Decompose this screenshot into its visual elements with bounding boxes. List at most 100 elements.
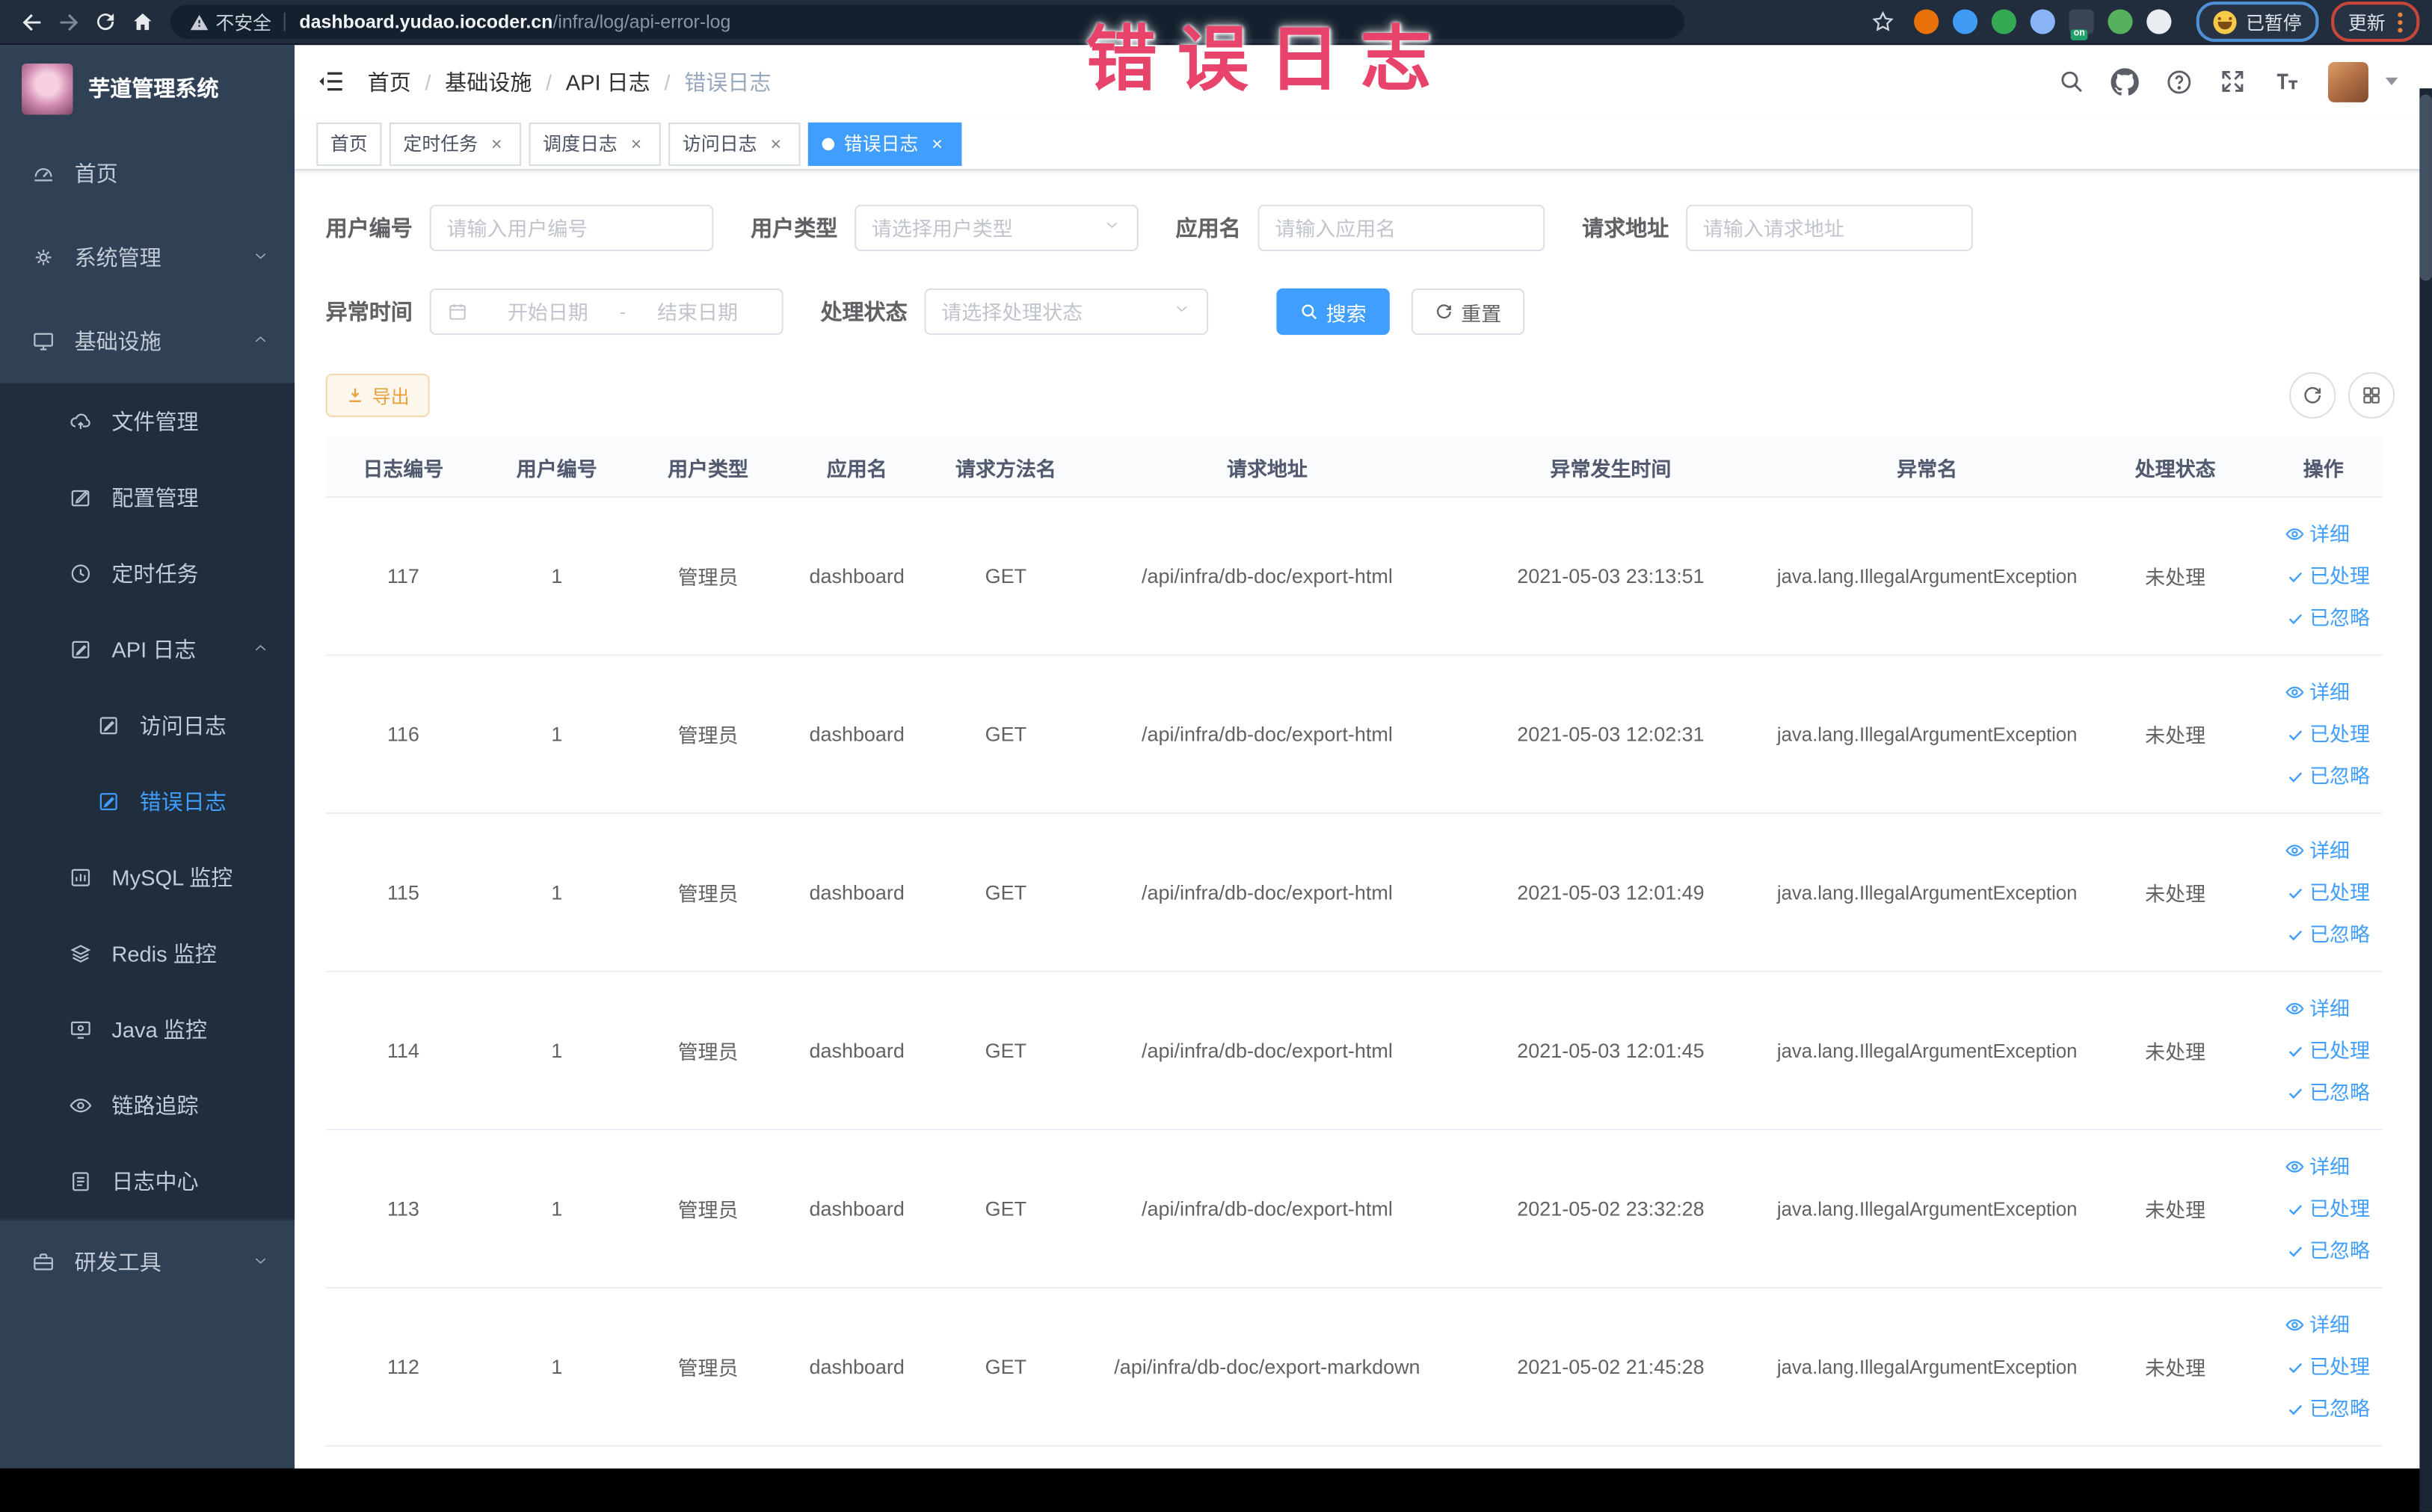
- page-content: 用户编号 用户类型 应用名 请求地址 异常时间 - 处理状态 搜索: [295, 170, 2432, 1469]
- columns-settings-button[interactable]: [2348, 371, 2395, 419]
- sidebar-item-mysql[interactable]: MySQL 监控: [0, 839, 295, 916]
- table-cell: 1: [551, 1355, 563, 1379]
- browser-back-button[interactable]: [13, 3, 50, 40]
- user-type-select[interactable]: [871, 216, 1097, 240]
- detail-link[interactable]: 详细: [2285, 1305, 2350, 1345]
- sidebar-item-dev-tools[interactable]: 研发工具: [0, 1218, 295, 1304]
- sidebar-item-api-log[interactable]: API 日志: [0, 611, 295, 688]
- ignored-link[interactable]: 已忽略: [2285, 1389, 2370, 1429]
- bookmark-star-icon[interactable]: [1871, 9, 1895, 34]
- help-icon[interactable]: [2165, 67, 2193, 95]
- tab-job[interactable]: 定时任务 ×: [389, 121, 522, 165]
- eye-small-icon: [2285, 682, 2305, 703]
- user-id-input[interactable]: [446, 216, 697, 240]
- sidebar-item-infra[interactable]: 基础设施: [0, 299, 295, 383]
- exception-time-end-input[interactable]: [629, 300, 766, 324]
- filter-process-status: 处理状态: [820, 288, 1209, 336]
- refresh-button[interactable]: [2289, 371, 2336, 419]
- ignored-link[interactable]: 已忽略: [2285, 914, 2370, 954]
- extension-leaf[interactable]: [2108, 9, 2133, 34]
- tab-home[interactable]: 首页: [316, 121, 382, 165]
- browser-reload-button[interactable]: [87, 3, 124, 40]
- tab-access-log[interactable]: 访问日志 ×: [668, 121, 801, 165]
- chevron-down-icon: [1103, 214, 1121, 241]
- sidebar-item-file[interactable]: 文件管理: [0, 383, 295, 460]
- detail-link[interactable]: 详细: [2285, 830, 2350, 871]
- sidebar-item-java[interactable]: Java 监控: [0, 990, 295, 1067]
- extension-orange-ring[interactable]: [1913, 9, 1939, 34]
- close-icon[interactable]: ×: [765, 132, 786, 154]
- close-icon[interactable]: ×: [926, 132, 948, 154]
- sidebar-item-error-log[interactable]: 错误日志: [0, 762, 295, 839]
- monitor-icon: [31, 329, 55, 354]
- sidebar-item-access-log[interactable]: 访问日志: [0, 687, 295, 763]
- extension-green-circle[interactable]: [1991, 9, 2016, 34]
- profile-chip[interactable]: 已暂停: [2196, 1, 2319, 43]
- request-url-input[interactable]: [1702, 216, 1957, 240]
- sidebar-item-system[interactable]: 系统管理: [0, 215, 295, 299]
- sidebar-item-job[interactable]: 定时任务: [0, 534, 295, 611]
- processed-link[interactable]: 已处理: [2285, 556, 2370, 596]
- breadcrumb-item[interactable]: API 日志: [566, 66, 650, 96]
- processed-link[interactable]: 已处理: [2285, 1347, 2370, 1387]
- processed-link[interactable]: 已处理: [2285, 1188, 2370, 1229]
- date-range-separator: -: [619, 300, 627, 323]
- column-header: 用户类型: [668, 456, 748, 481]
- font-size-icon[interactable]: [2272, 68, 2301, 94]
- extension-blue-shield[interactable]: [1952, 9, 1978, 34]
- breadcrumb-item[interactable]: 首页: [368, 66, 411, 96]
- reset-button[interactable]: 重置: [1411, 288, 1525, 336]
- ignored-link[interactable]: 已忽略: [2285, 598, 2370, 638]
- extension-grid[interactable]: [2030, 9, 2055, 34]
- tab-error-log[interactable]: 错误日志 ×: [807, 121, 962, 165]
- chrome-update-button[interactable]: 更新: [2331, 1, 2420, 43]
- sidebar-item-log-center[interactable]: 日志中心: [0, 1142, 295, 1219]
- detail-link[interactable]: 详细: [2285, 989, 2350, 1029]
- sidebar-toggle-icon[interactable]: [316, 67, 345, 96]
- process-status-select[interactable]: [941, 300, 1167, 324]
- app-name-input[interactable]: [1275, 216, 1528, 240]
- avatar-caret-icon[interactable]: [2385, 77, 2398, 86]
- detail-link[interactable]: 详细: [2285, 672, 2350, 712]
- sidebar-item-config[interactable]: 配置管理: [0, 459, 295, 535]
- exception-time-start-input[interactable]: [479, 300, 617, 324]
- extension-dark-toggle[interactable]: on: [2069, 9, 2094, 40]
- close-icon[interactable]: ×: [485, 132, 507, 154]
- calendar-icon: [446, 300, 468, 322]
- sidebar-item-trace[interactable]: 链路追踪: [0, 1067, 295, 1143]
- processed-link[interactable]: 已处理: [2285, 714, 2370, 754]
- chrome-update-label: 更新: [2348, 11, 2386, 34]
- close-icon[interactable]: ×: [625, 132, 647, 154]
- sidebar-item-label: MySQL 监控: [111, 864, 233, 889]
- sidebar-item-label: 日志中心: [111, 1168, 199, 1194]
- ignored-link[interactable]: 已忽略: [2285, 1073, 2370, 1113]
- tab-job-log[interactable]: 调度日志 ×: [529, 121, 661, 165]
- fullscreen-icon[interactable]: [2220, 68, 2246, 94]
- search-icon[interactable]: [2058, 68, 2084, 94]
- ignored-link[interactable]: 已忽略: [2285, 1230, 2370, 1271]
- table-cell: dashboard: [809, 722, 905, 746]
- export-button[interactable]: 导出: [325, 373, 430, 418]
- detail-link[interactable]: 详细: [2285, 514, 2350, 555]
- user-avatar[interactable]: [2327, 61, 2368, 102]
- app-logo[interactable]: 芋道管理系统: [0, 45, 295, 132]
- search-button[interactable]: 搜索: [1276, 288, 1390, 336]
- chrome-menu-kebab-icon[interactable]: [2398, 19, 2403, 25]
- breadcrumb-item[interactable]: 基础设施: [445, 66, 532, 96]
- sidebar-item-home[interactable]: 首页: [0, 132, 295, 215]
- browser-scrollbar[interactable]: [2419, 88, 2432, 1512]
- extension-paw[interactable]: [2146, 9, 2172, 34]
- filter-label: 应用名: [1175, 215, 1241, 241]
- address-bar[interactable]: 不安全 dashboard.yudao.iocoder.cn/infra/log…: [170, 4, 1685, 39]
- browser-forward-button[interactable]: [49, 3, 87, 40]
- detail-link[interactable]: 详细: [2285, 1147, 2350, 1187]
- ignored-link[interactable]: 已忽略: [2285, 756, 2370, 796]
- browser-home-button[interactable]: [124, 3, 161, 40]
- processed-link[interactable]: 已处理: [2285, 872, 2370, 913]
- processed-link[interactable]: 已处理: [2285, 1031, 2370, 1071]
- github-icon[interactable]: [2111, 67, 2139, 95]
- scrollbar-thumb[interactable]: [2419, 94, 2432, 281]
- sidebar-item-redis[interactable]: Redis 监控: [0, 915, 295, 991]
- security-label[interactable]: 不安全: [215, 8, 271, 34]
- docedit-icon: [68, 637, 93, 661]
